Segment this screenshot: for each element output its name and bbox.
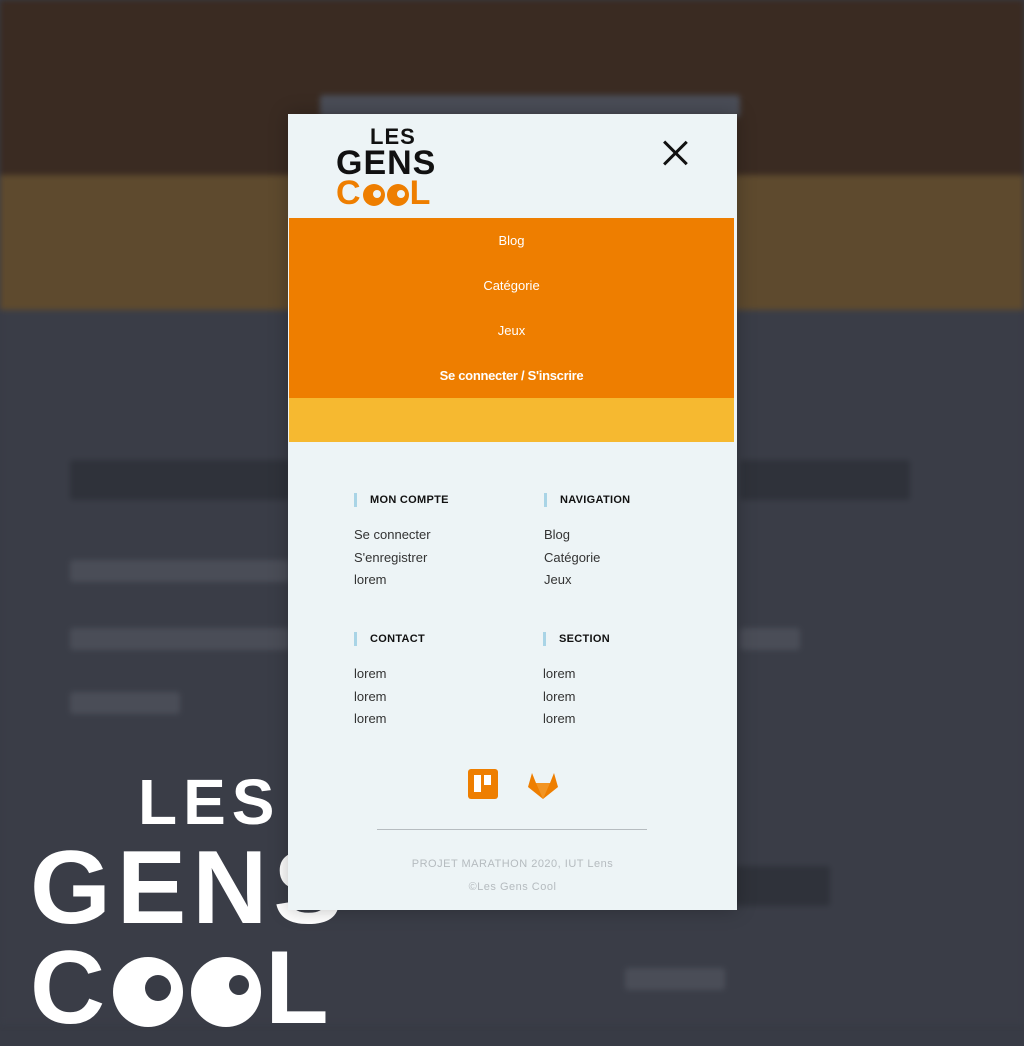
footer-copyright: ©Les Gens Cool	[468, 881, 557, 893]
menu-item-blog[interactable]: Blog	[289, 218, 734, 263]
menu-yellow-band	[289, 398, 734, 442]
footer-col-account: MON COMPTE Se connecter S'enregistrer lo…	[354, 493, 514, 592]
background-text	[70, 560, 290, 582]
trello-icon[interactable]	[468, 769, 498, 799]
watermark-line-3: CL	[30, 936, 349, 1040]
menu-item-jeux[interactable]: Jeux	[289, 308, 734, 353]
background-text	[740, 628, 800, 650]
footer-link[interactable]: Catégorie	[544, 547, 704, 570]
footer-col-title: NAVIGATION	[544, 493, 704, 507]
watermark-letter: L	[265, 930, 333, 1046]
background-text	[625, 968, 725, 990]
footer-col-contact: CONTACT lorem lorem lorem	[354, 632, 514, 731]
watermark-letter: C	[30, 930, 110, 1046]
eye-icon	[386, 184, 409, 206]
footer-link[interactable]: lorem	[354, 663, 514, 686]
background-text	[70, 628, 290, 650]
mobile-menu-modal: LES GENS CL Blog Catégorie Jeux Se conne…	[288, 114, 737, 910]
footer-col-section: SECTION lorem lorem lorem	[543, 632, 703, 731]
background-text	[70, 692, 180, 714]
footer-link[interactable]: Jeux	[544, 569, 704, 592]
gitlab-icon[interactable]	[526, 768, 560, 802]
background-section-title	[70, 460, 290, 500]
menu-item-login-register[interactable]: Se connecter / S'inscrire	[289, 353, 734, 398]
logo-letter: L	[409, 174, 432, 212]
site-logo[interactable]: LES GENS CL	[336, 126, 436, 211]
footer-divider	[377, 829, 647, 830]
main-menu: Blog Catégorie Jeux Se connecter / S'ins…	[289, 218, 734, 398]
footer-link[interactable]: lorem	[354, 686, 514, 709]
logo-line-3: CL	[336, 176, 436, 210]
footer-link[interactable]: lorem	[354, 708, 514, 731]
eye-icon	[191, 957, 262, 1027]
footer-link[interactable]: Blog	[544, 524, 704, 547]
background-section-title	[740, 460, 910, 500]
social-links	[466, 768, 562, 802]
menu-item-categorie[interactable]: Catégorie	[289, 263, 734, 308]
footer-link[interactable]: lorem	[543, 686, 703, 709]
footer-col-title: CONTACT	[354, 632, 514, 646]
logo-letter: C	[336, 174, 362, 212]
eye-icon	[113, 957, 184, 1027]
footer-col-navigation: NAVIGATION Blog Catégorie Jeux	[544, 493, 704, 592]
footer-link[interactable]: lorem	[354, 569, 514, 592]
footer-link[interactable]: lorem	[543, 708, 703, 731]
eye-icon	[362, 184, 385, 206]
footer-link[interactable]: lorem	[543, 663, 703, 686]
footer-project-text: PROJET MARATHON 2020, IUT Lens	[411, 858, 614, 870]
footer-link[interactable]: Se connecter	[354, 524, 514, 547]
footer-col-title: SECTION	[543, 632, 703, 646]
footer-link[interactable]: S'enregistrer	[354, 547, 514, 570]
footer-col-title: MON COMPTE	[354, 493, 514, 507]
close-icon[interactable]	[660, 138, 690, 168]
